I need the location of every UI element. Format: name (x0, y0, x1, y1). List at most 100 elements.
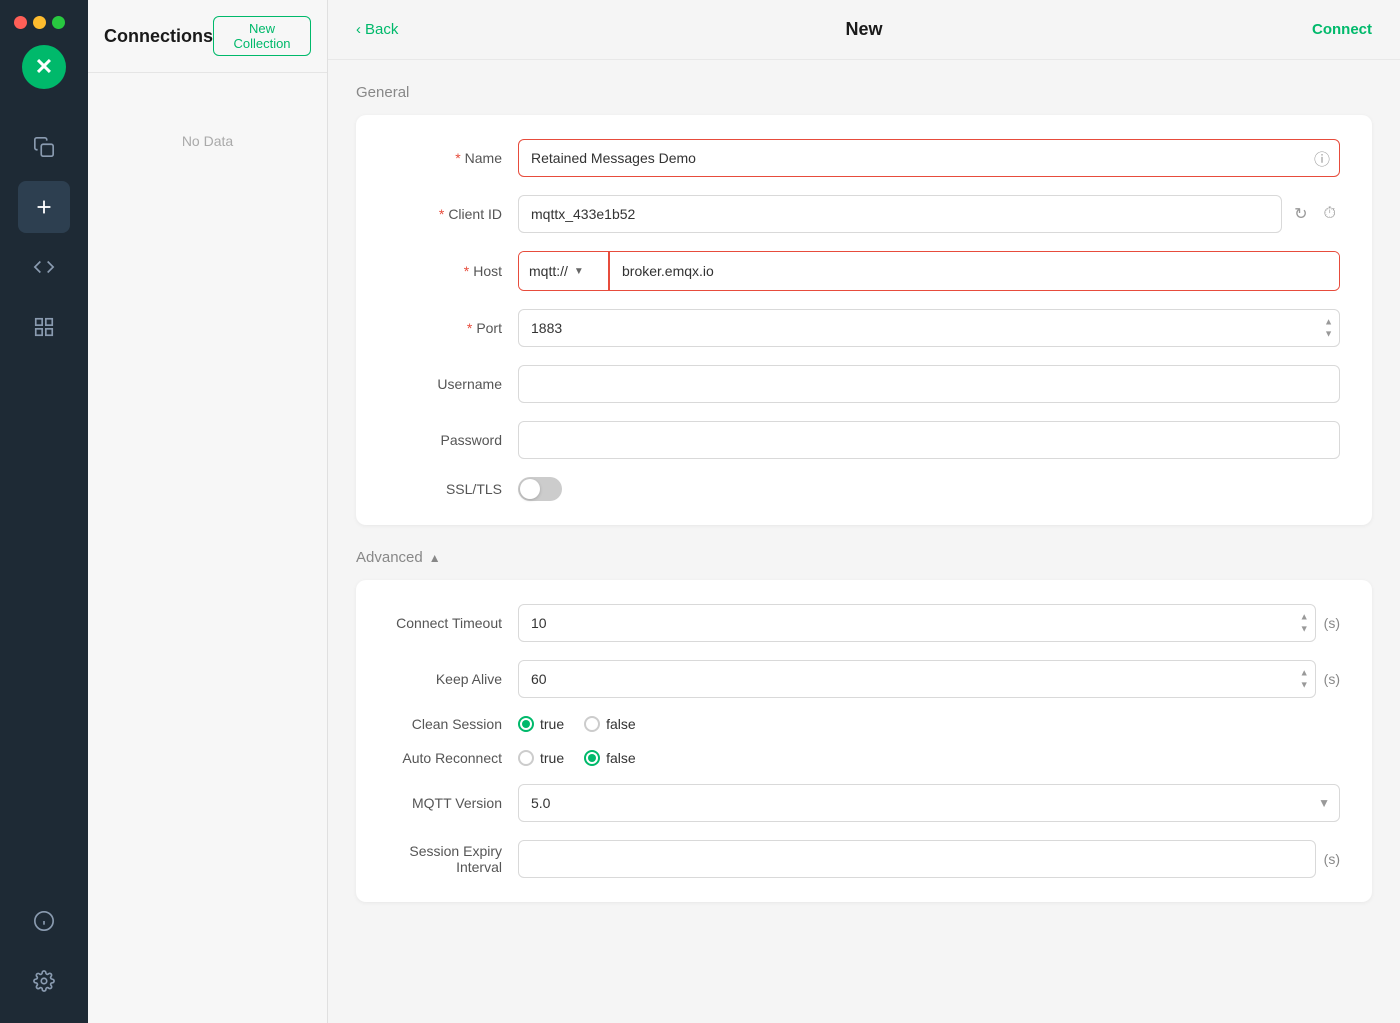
page-title: New (845, 19, 882, 40)
sidebar-bottom (18, 895, 70, 1023)
keep-alive-input[interactable] (518, 660, 1316, 698)
timeout-up-btn[interactable]: ▲ (1297, 612, 1312, 623)
connect-timeout-wrapper: ▲ ▼ (518, 604, 1316, 642)
port-input-wrapper: ▲ ▼ (518, 309, 1340, 347)
connect-timeout-row: Connect Timeout ▲ ▼ (s) (388, 604, 1340, 642)
auto-reconnect-false-option[interactable]: false (584, 750, 636, 766)
username-label: Username (388, 376, 518, 392)
refresh-icon[interactable]: ↻ (1290, 204, 1311, 224)
ssl-tls-toggle[interactable] (518, 477, 562, 501)
auto-reconnect-true-option[interactable]: true (518, 750, 564, 766)
mqtt-version-row: MQTT Version 3.1 3.1.1 5.0 ▼ (388, 784, 1340, 822)
main-content: ‹ Back New Connect General *Name ⓘ (328, 0, 1400, 1023)
name-label: *Name (388, 150, 518, 166)
clean-session-row: Clean Session true false (388, 716, 1340, 732)
name-row: *Name ⓘ (388, 139, 1340, 177)
sidebar: ✕ (0, 0, 88, 1023)
connect-timeout-input[interactable] (518, 604, 1316, 642)
auto-reconnect-radio-group: true false (518, 750, 636, 766)
ssl-tls-row: SSL/TLS (388, 477, 1340, 501)
timeout-down-btn[interactable]: ▼ (1297, 624, 1312, 635)
connect-button[interactable]: Connect (1312, 21, 1372, 38)
protocol-chevron-icon: ▼ (574, 266, 584, 277)
clean-session-true-radio[interactable] (518, 716, 534, 732)
clean-session-true-option[interactable]: true (518, 716, 564, 732)
sidebar-item-benchmark[interactable] (18, 301, 70, 353)
traffic-lights (0, 0, 88, 45)
sidebar-item-info[interactable] (18, 895, 70, 947)
clean-session-label: Clean Session (388, 716, 518, 732)
app-logo[interactable]: ✕ (22, 45, 66, 89)
auto-reconnect-true-radio[interactable] (518, 750, 534, 766)
advanced-section-title: Advanced (356, 549, 423, 566)
close-button[interactable] (14, 16, 27, 29)
keepalive-unit: (s) (1324, 671, 1340, 687)
session-expiry-input[interactable] (518, 840, 1316, 878)
auto-reconnect-true-label: true (540, 750, 564, 766)
session-expiry-unit: (s) (1324, 851, 1340, 867)
host-label: *Host (388, 263, 518, 279)
connect-timeout-label: Connect Timeout (388, 615, 518, 631)
gear-icon (33, 970, 55, 992)
name-input-wrapper: ⓘ (518, 139, 1340, 177)
left-panel: Connections New Collection No Data (88, 0, 328, 1023)
clean-session-false-option[interactable]: false (584, 716, 636, 732)
general-section-title: General (356, 84, 1372, 101)
clean-session-false-radio[interactable] (584, 716, 600, 732)
port-down-btn[interactable]: ▼ (1321, 329, 1336, 340)
keepalive-up-btn[interactable]: ▲ (1297, 668, 1312, 679)
maximize-button[interactable] (52, 16, 65, 29)
advanced-header: Advanced ▲ (356, 549, 1372, 566)
password-input[interactable] (518, 421, 1340, 459)
code-icon (33, 256, 55, 278)
auto-reconnect-false-label: false (606, 750, 636, 766)
timeout-spinner: ▲ ▼ (1297, 612, 1312, 635)
ssl-tls-label: SSL/TLS (388, 481, 518, 497)
info-icon[interactable]: ⓘ (1314, 146, 1330, 170)
toggle-knob (520, 479, 540, 499)
username-input[interactable] (518, 365, 1340, 403)
mqtt-version-select[interactable]: 3.1 3.1.1 5.0 (518, 784, 1340, 822)
client-id-input[interactable] (518, 195, 1282, 233)
back-button[interactable]: ‹ Back (356, 21, 398, 38)
sidebar-item-add[interactable] (18, 181, 70, 233)
sidebar-item-connections[interactable] (18, 121, 70, 173)
sidebar-nav (18, 113, 70, 895)
ssl-tls-toggle-wrapper (518, 477, 562, 501)
timeout-unit: (s) (1324, 615, 1340, 631)
clean-session-radio-group: true false (518, 716, 636, 732)
keep-alive-wrapper: ▲ ▼ (518, 660, 1316, 698)
collapse-icon[interactable]: ▲ (429, 551, 441, 565)
client-id-group: ↻ ⏱ (518, 195, 1340, 233)
copy-icon (33, 136, 55, 158)
benchmark-icon (33, 316, 55, 338)
topbar: ‹ Back New Connect (328, 0, 1400, 60)
clock-icon[interactable]: ⏱ (1320, 205, 1340, 223)
minimize-button[interactable] (33, 16, 46, 29)
port-up-btn[interactable]: ▲ (1321, 317, 1336, 328)
host-protocol-selector[interactable]: mqtt:// ▼ (519, 252, 609, 290)
mqtt-version-label: MQTT Version (388, 795, 518, 811)
client-id-row: *Client ID ↻ ⏱ (388, 195, 1340, 233)
host-input[interactable] (609, 252, 1339, 290)
username-row: Username (388, 365, 1340, 403)
name-input[interactable] (518, 139, 1340, 177)
auto-reconnect-label: Auto Reconnect (388, 750, 518, 766)
port-label: *Port (388, 320, 518, 336)
host-row: *Host mqtt:// ▼ (388, 251, 1340, 291)
clean-session-true-label: true (540, 716, 564, 732)
content-area: General *Name ⓘ *Client ID ↻ (328, 60, 1400, 1023)
host-group: mqtt:// ▼ (518, 251, 1340, 291)
no-data-label: No Data (88, 133, 327, 149)
session-expiry-row: Session Expiry Interval (s) (388, 840, 1340, 878)
keepalive-down-btn[interactable]: ▼ (1297, 680, 1312, 691)
auto-reconnect-false-radio[interactable] (584, 750, 600, 766)
auto-reconnect-row: Auto Reconnect true false (388, 750, 1340, 766)
general-form-card: *Name ⓘ *Client ID ↻ ⏱ (356, 115, 1372, 525)
keep-alive-label: Keep Alive (388, 671, 518, 687)
sidebar-item-settings[interactable] (18, 955, 70, 1007)
new-collection-button[interactable]: New Collection (213, 16, 311, 56)
sidebar-item-scripts[interactable] (18, 241, 70, 293)
port-input[interactable] (518, 309, 1340, 347)
connections-title: Connections (104, 26, 213, 47)
